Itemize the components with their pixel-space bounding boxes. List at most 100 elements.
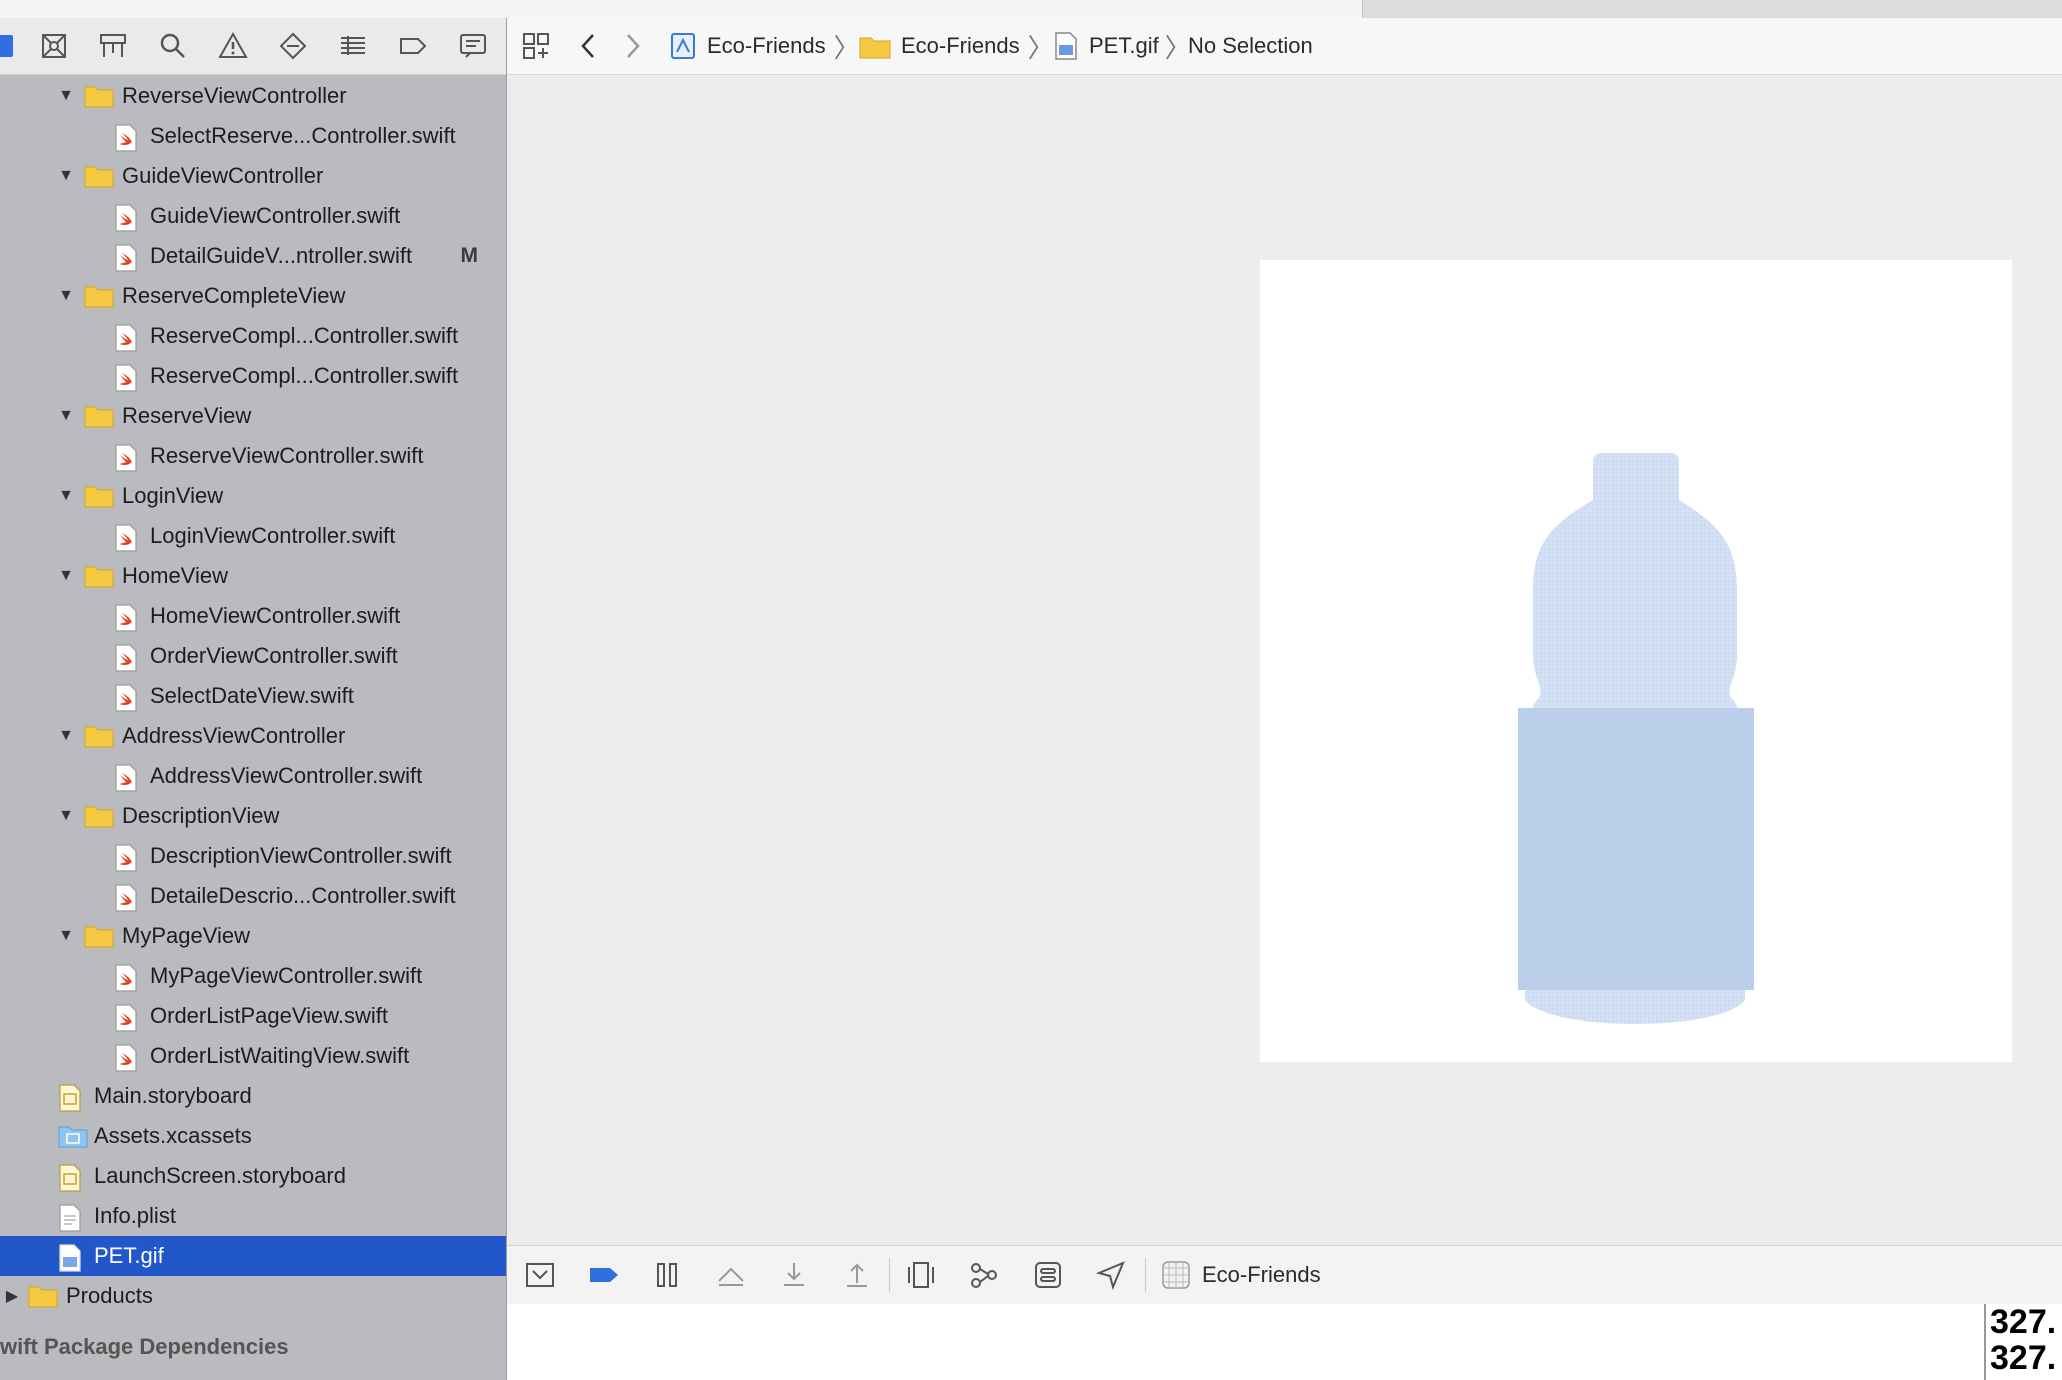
folder-icon	[84, 164, 114, 188]
navigator-file[interactable]: DetailGuideV...ntroller.swift M	[0, 236, 506, 276]
step-out-icon[interactable]	[840, 1258, 874, 1292]
navigator-file[interactable]: Info.plist	[0, 1196, 506, 1236]
navigator-item-label: PET.gif	[94, 1243, 164, 1268]
navigator-file[interactable]: ReserveCompl...Controller.swift	[0, 316, 506, 356]
disclosure-expanded-icon[interactable]: ▼	[56, 566, 76, 586]
breakpoints-toggle-icon[interactable]	[587, 1258, 621, 1292]
disclosure-expanded-icon[interactable]: ▼	[56, 286, 76, 306]
navigator-file[interactable]: LaunchScreen.storyboard	[0, 1156, 506, 1196]
navigator-file[interactable]: Main.storyboard	[0, 1076, 506, 1116]
console-output[interactable]	[507, 1304, 2062, 1380]
navigator-group[interactable]: ▼ HomeView	[0, 556, 506, 596]
disclosure-expanded-icon[interactable]: ▼	[56, 486, 76, 506]
symbol-navigator-icon[interactable]	[95, 28, 131, 64]
navigator-group[interactable]: ▼ AddressViewController	[0, 716, 506, 756]
folder-icon	[84, 804, 114, 828]
window-tab[interactable]	[1362, 0, 2062, 18]
pause-icon[interactable]	[650, 1258, 684, 1292]
image-canvas	[1260, 260, 2012, 1062]
storyboard-file-icon	[58, 1084, 86, 1112]
navigator-item-label: Products	[66, 1283, 153, 1308]
forward-chevron-icon[interactable]	[622, 18, 644, 74]
navigator-item-label: AddressViewController.swift	[150, 763, 423, 788]
back-chevron-icon[interactable]	[577, 18, 599, 74]
navigator-file[interactable]: GuideViewController.swift	[0, 196, 506, 236]
navigator-group[interactable]: ▼ MyPageView	[0, 916, 506, 956]
navigator-file[interactable]: OrderViewController.swift	[0, 636, 506, 676]
navigator-item-label: HomeView	[122, 563, 228, 588]
swift-file-icon	[114, 524, 142, 552]
navigator-group[interactable]: ▼ ReserveCompleteView	[0, 276, 506, 316]
navigator-file[interactable]: PET.gif	[0, 1236, 506, 1276]
disclosure-expanded-icon[interactable]: ▼	[56, 406, 76, 426]
navigator-file[interactable]: LoginViewController.swift	[0, 516, 506, 556]
breadcrumb-selection[interactable]: No Selection	[1188, 18, 1313, 74]
navigator-file[interactable]: AddressViewController.swift	[0, 756, 506, 796]
memory-graph-icon[interactable]	[967, 1258, 1001, 1292]
image-file-icon	[58, 1244, 86, 1272]
navigator-file[interactable]: MyPageViewController.swift	[0, 956, 506, 996]
package-dependency-item[interactable]: CenteredCollectionView 2.2.2	[0, 1374, 506, 1380]
folder-icon	[28, 1284, 58, 1308]
navigator-item-label: OrderListWaitingView.swift	[150, 1043, 410, 1068]
step-over-icon[interactable]	[714, 1258, 748, 1292]
breadcrumb-project[interactable]: Eco-Friends 〉	[669, 18, 860, 74]
disclosure-expanded-icon[interactable]: ▼	[56, 726, 76, 746]
process-target-label[interactable]: Eco-Friends	[1202, 1246, 1321, 1304]
breadcrumb-file[interactable]: PET.gif 〉	[1053, 18, 1191, 74]
navigator-file[interactable]: SelectDateView.swift	[0, 676, 506, 716]
test-navigator-icon[interactable]	[275, 28, 311, 64]
navigator-group[interactable]: ▼ DescriptionView	[0, 796, 506, 836]
breadcrumb-project-label: Eco-Friends	[707, 33, 826, 58]
navigator-group[interactable]: ▼ ReserveView	[0, 396, 506, 436]
process-app-icon[interactable]	[1159, 1258, 1193, 1292]
storyboard-file-icon	[58, 1164, 86, 1192]
step-into-icon[interactable]	[777, 1258, 811, 1292]
project-navigator-icon[interactable]	[0, 28, 26, 64]
simulate-location-icon[interactable]	[1094, 1258, 1128, 1292]
navigator-file[interactable]: ReserveViewController.swift	[0, 436, 506, 476]
navigator-file[interactable]: DescriptionViewController.swift	[0, 836, 506, 876]
disclosure-expanded-icon[interactable]: ▼	[56, 806, 76, 826]
disclosure-expanded-icon[interactable]: ▼	[56, 166, 76, 186]
folder-icon	[84, 484, 114, 508]
disclosure-expanded-icon[interactable]: ▼	[56, 926, 76, 946]
navigator-group[interactable]: ▼ ReverseViewController	[0, 76, 506, 116]
navigator-item-label: ReserveViewController.swift	[150, 443, 424, 468]
breadcrumb-group[interactable]: Eco-Friends 〉	[859, 18, 1054, 74]
navigator-item-label: GuideViewController.swift	[150, 203, 401, 228]
swift-file-icon	[114, 684, 142, 712]
view-debugger-icon[interactable]	[904, 1258, 938, 1292]
navigator-file[interactable]: ReserveCompl...Controller.swift	[0, 356, 506, 396]
hide-debug-area-icon[interactable]	[523, 1258, 557, 1292]
navigator-file[interactable]: SelectReserve...Controller.swift	[0, 116, 506, 156]
navigator-file[interactable]: DetaileDescrio...Controller.swift	[0, 876, 506, 916]
navigator-group[interactable]: ▼ LoginView	[0, 476, 506, 516]
search-icon[interactable]	[155, 28, 191, 64]
disclosure-expanded-icon[interactable]: ▼	[56, 86, 76, 106]
navigator-item-label: DetailGuideV...ntroller.swift	[150, 243, 413, 268]
debug-navigator-icon[interactable]	[335, 28, 371, 64]
navigator-file[interactable]: OrderListWaitingView.swift	[0, 1036, 506, 1076]
breakpoint-navigator-icon[interactable]	[395, 28, 431, 64]
navigator-item-label: ReserveCompl...Controller.swift	[150, 323, 459, 348]
navigator-group[interactable]: ▶ Products	[0, 1276, 506, 1316]
disclosure-collapsed-icon[interactable]: ▶	[2, 1286, 22, 1306]
source-control-icon[interactable]	[36, 28, 72, 64]
package-dependencies-header[interactable]: wift Package Dependencies	[0, 1334, 289, 1360]
environment-overrides-icon[interactable]	[1031, 1258, 1065, 1292]
navigator-file[interactable]: OrderListPageView.swift	[0, 996, 506, 1036]
swift-file-icon	[114, 604, 142, 632]
swift-file-icon	[114, 204, 142, 232]
navigator-item-label: DetaileDescrio...Controller.swift	[150, 883, 456, 908]
report-navigator-icon[interactable]	[455, 28, 491, 64]
issue-navigator-icon[interactable]	[215, 28, 251, 64]
asset-catalog-icon	[58, 1124, 88, 1148]
navigator-group[interactable]: ▼ GuideViewController	[0, 156, 506, 196]
image-file-icon	[1055, 32, 1077, 60]
navigator-item-label: OrderListPageView.swift	[150, 1003, 389, 1028]
navigator-item-label: AddressViewController	[122, 723, 346, 748]
navigator-file[interactable]: Assets.xcassets	[0, 1116, 506, 1156]
navigator-file[interactable]: HomeViewController.swift	[0, 596, 506, 636]
related-items-icon[interactable]	[521, 18, 551, 74]
